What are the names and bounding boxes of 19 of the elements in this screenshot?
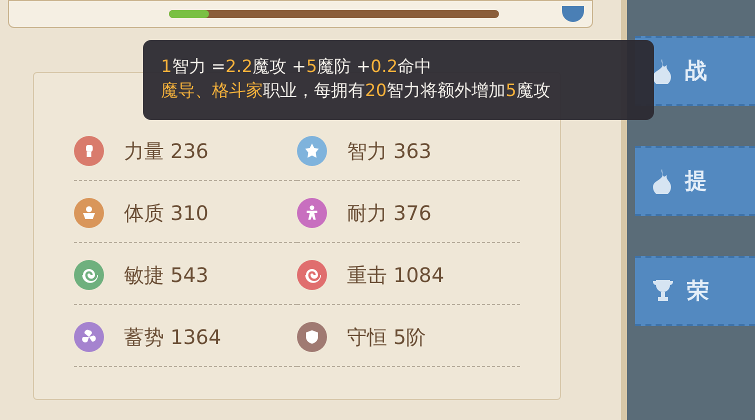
trophy-icon <box>651 278 675 304</box>
stat-label: 智力 363 <box>347 138 432 164</box>
side-tab[interactable]: 提 <box>635 146 755 216</box>
tooltip-text: 1智力 =2.2魔攻 +5魔防 +0.2命中 <box>161 56 433 78</box>
tooltip-text: 魔导、格斗家职业，每拥有20智力将额外增加5魔攻 <box>161 80 552 102</box>
stat-label: 体质 310 <box>124 200 209 226</box>
side-tab[interactable]: 荣 <box>635 256 755 326</box>
stat-label: 蓄势 1364 <box>124 324 222 350</box>
shield-icon <box>303 328 321 346</box>
spiral-icon <box>80 328 98 346</box>
star-icon <box>303 142 321 160</box>
flame-icon <box>651 58 673 84</box>
figure-icon <box>80 204 98 222</box>
stat-label: 力量 236 <box>124 138 209 164</box>
stat-label: 敏捷 543 <box>124 262 209 288</box>
stat-label: 守恒 5阶 <box>347 324 426 350</box>
stat-label: 重击 1084 <box>347 262 444 288</box>
stat-label: 耐力 376 <box>347 200 432 226</box>
flame-icon <box>651 168 673 194</box>
